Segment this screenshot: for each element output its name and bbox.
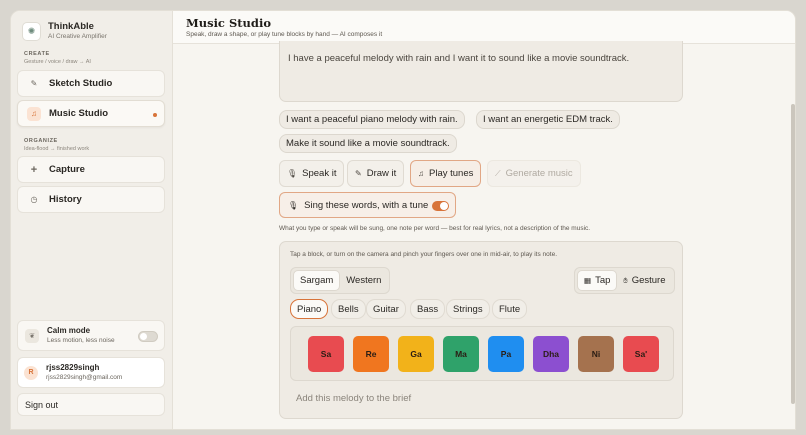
calm-mode-card: ❦ Calm mode Less motion, less noise (17, 320, 165, 351)
sing-words-toggle[interactable] (432, 201, 449, 211)
brand-name: ThinkAble (48, 21, 94, 32)
sing-words-label: Sing these words, with a tune (304, 199, 429, 211)
brand-logo-icon: ✺ (22, 21, 41, 41)
sing-hint: What you type or speak will be sung, one… (279, 225, 591, 232)
speak-it-label: Speak it (302, 168, 337, 179)
sign-out-button[interactable]: Sign out (17, 393, 165, 416)
note-block-sa-high[interactable]: Sa' (623, 336, 659, 372)
music-note-icon: ♫ (27, 106, 41, 121)
active-indicator-dot (153, 113, 157, 117)
scale-western-button[interactable]: Western (340, 270, 387, 291)
grid-icon: ▦ (584, 276, 592, 285)
note-block-sa[interactable]: Sa (308, 336, 344, 372)
music-note-icon: ♫ (418, 169, 424, 178)
note-block-re[interactable]: Re (353, 336, 389, 372)
sidebar-item-sketch-studio[interactable]: ✎ Sketch Studio (17, 70, 165, 97)
draw-it-label: Draw it (366, 168, 397, 179)
play-tunes-label: Play tunes (429, 168, 474, 179)
leaf-icon: ❦ (25, 328, 39, 343)
page-header: Music Studio Speak, draw a shape, or pla… (173, 11, 795, 44)
user-name: rjss2829singh (46, 363, 100, 372)
avatar: R (24, 365, 38, 380)
sidebar-item-label: Capture (49, 164, 85, 175)
mode-tap-label: Tap (595, 275, 611, 286)
instrument-piano[interactable]: Piano (290, 299, 329, 319)
sidebar: ✺ ThinkAble AI Creative Amplifier CREATE… (11, 11, 173, 429)
input-mode-selector: ▦ Tap ✋︎ Gesture (574, 267, 675, 294)
generate-music-button[interactable]: ⟋ Generate music (487, 160, 581, 187)
microphone-icon: 🎙︎ (287, 169, 298, 178)
add-melody-to-brief-button[interactable]: Add this melody to the brief (296, 393, 411, 404)
brand: ✺ ThinkAble AI Creative Amplifier (22, 21, 107, 41)
sidebar-item-history[interactable]: ◷ History (17, 186, 165, 213)
instrument-guitar[interactable]: Guitar (366, 299, 406, 319)
scrollbar[interactable] (789, 44, 795, 429)
create-section-subtitle: Gesture / voice / draw → AI (24, 59, 91, 65)
speak-it-button[interactable]: 🎙︎ Speak it (279, 160, 345, 187)
note-block-dha[interactable]: Dha (533, 336, 569, 372)
mode-gesture-label: Gesture (631, 275, 666, 286)
plus-icon: + (30, 163, 38, 176)
tune-pad-hint: Tap a block, or turn on the camera and p… (290, 251, 558, 258)
note-block-ga[interactable]: Ga (398, 336, 434, 372)
instrument-strings[interactable]: Strings (446, 299, 490, 319)
sparkle-wand-icon: ⟋ (495, 168, 501, 178)
note-blocks: Sa Re Ga Ma Pa Dha Ni Sa' (290, 326, 674, 381)
create-section-title: CREATE (24, 51, 50, 57)
generate-music-label: Generate music (505, 168, 573, 179)
instrument-flute[interactable]: Flute (492, 299, 528, 319)
note-block-ma[interactable]: Ma (443, 336, 479, 372)
user-card[interactable]: R rjss2829singh rjss2829singh@gmail.com (17, 357, 165, 388)
note-block-pa[interactable]: Pa (488, 336, 524, 372)
sidebar-item-label: Music Studio (49, 108, 109, 119)
suggestion-chip[interactable]: I want an energetic EDM track. (476, 110, 620, 129)
clock-icon: ◷ (30, 195, 38, 204)
page-subtitle: Speak, draw a shape, or play tune blocks… (186, 31, 383, 38)
sidebar-item-label: History (49, 194, 82, 205)
calm-mode-toggle[interactable] (138, 331, 158, 342)
scrollbar-thumb[interactable] (791, 104, 795, 404)
sidebar-item-music-studio[interactable]: ♫ Music Studio (17, 100, 165, 127)
instrument-bass[interactable]: Bass (410, 299, 446, 319)
pencil-icon: ✎ (355, 169, 362, 178)
pencil-icon: ✎ (30, 79, 38, 88)
scale-selector: Sargam Western (290, 267, 391, 294)
suggestion-chip[interactable]: Make it sound like a movie soundtrack. (279, 134, 457, 153)
brand-tagline: AI Creative Amplifier (48, 33, 107, 40)
calm-mode-title: Calm mode (47, 326, 91, 335)
mode-gesture-button[interactable]: ✋︎ Gesture (617, 270, 671, 291)
calm-mode-subtitle: Less motion, less noise (47, 337, 115, 344)
main-content: Music Studio Speak, draw a shape, or pla… (173, 11, 795, 429)
mode-tap-button[interactable]: ▦ Tap (577, 270, 618, 291)
hand-icon: ✋︎ (623, 275, 628, 285)
scale-sargam-button[interactable]: Sargam (293, 270, 341, 291)
brief-textarea[interactable]: I have a peaceful melody with rain and I… (279, 41, 683, 102)
organize-section-title: ORGANIZE (24, 138, 58, 144)
sidebar-item-label: Sketch Studio (49, 78, 113, 89)
app-window: ✺ ThinkAble AI Creative Amplifier CREATE… (10, 10, 796, 430)
draw-it-button[interactable]: ✎ Draw it (347, 160, 405, 187)
tune-pad-panel: Tap a block, or turn on the camera and p… (279, 241, 683, 419)
sing-words-toggle-row[interactable]: 🎙︎ Sing these words, with a tune (279, 192, 456, 218)
microphone-icon: 🎙︎ (288, 200, 299, 210)
play-tunes-button[interactable]: ♫ Play tunes (410, 160, 482, 187)
page-title: Music Studio (186, 16, 271, 30)
instrument-bells[interactable]: Bells (331, 299, 366, 319)
user-email: rjss2829singh@gmail.com (46, 374, 123, 381)
organize-section-subtitle: Idea-flood → finished work (24, 146, 90, 152)
sidebar-item-capture[interactable]: + Capture (17, 156, 165, 183)
suggestion-chip[interactable]: I want a peaceful piano melody with rain… (279, 110, 465, 129)
note-block-ni[interactable]: Ni (578, 336, 614, 372)
